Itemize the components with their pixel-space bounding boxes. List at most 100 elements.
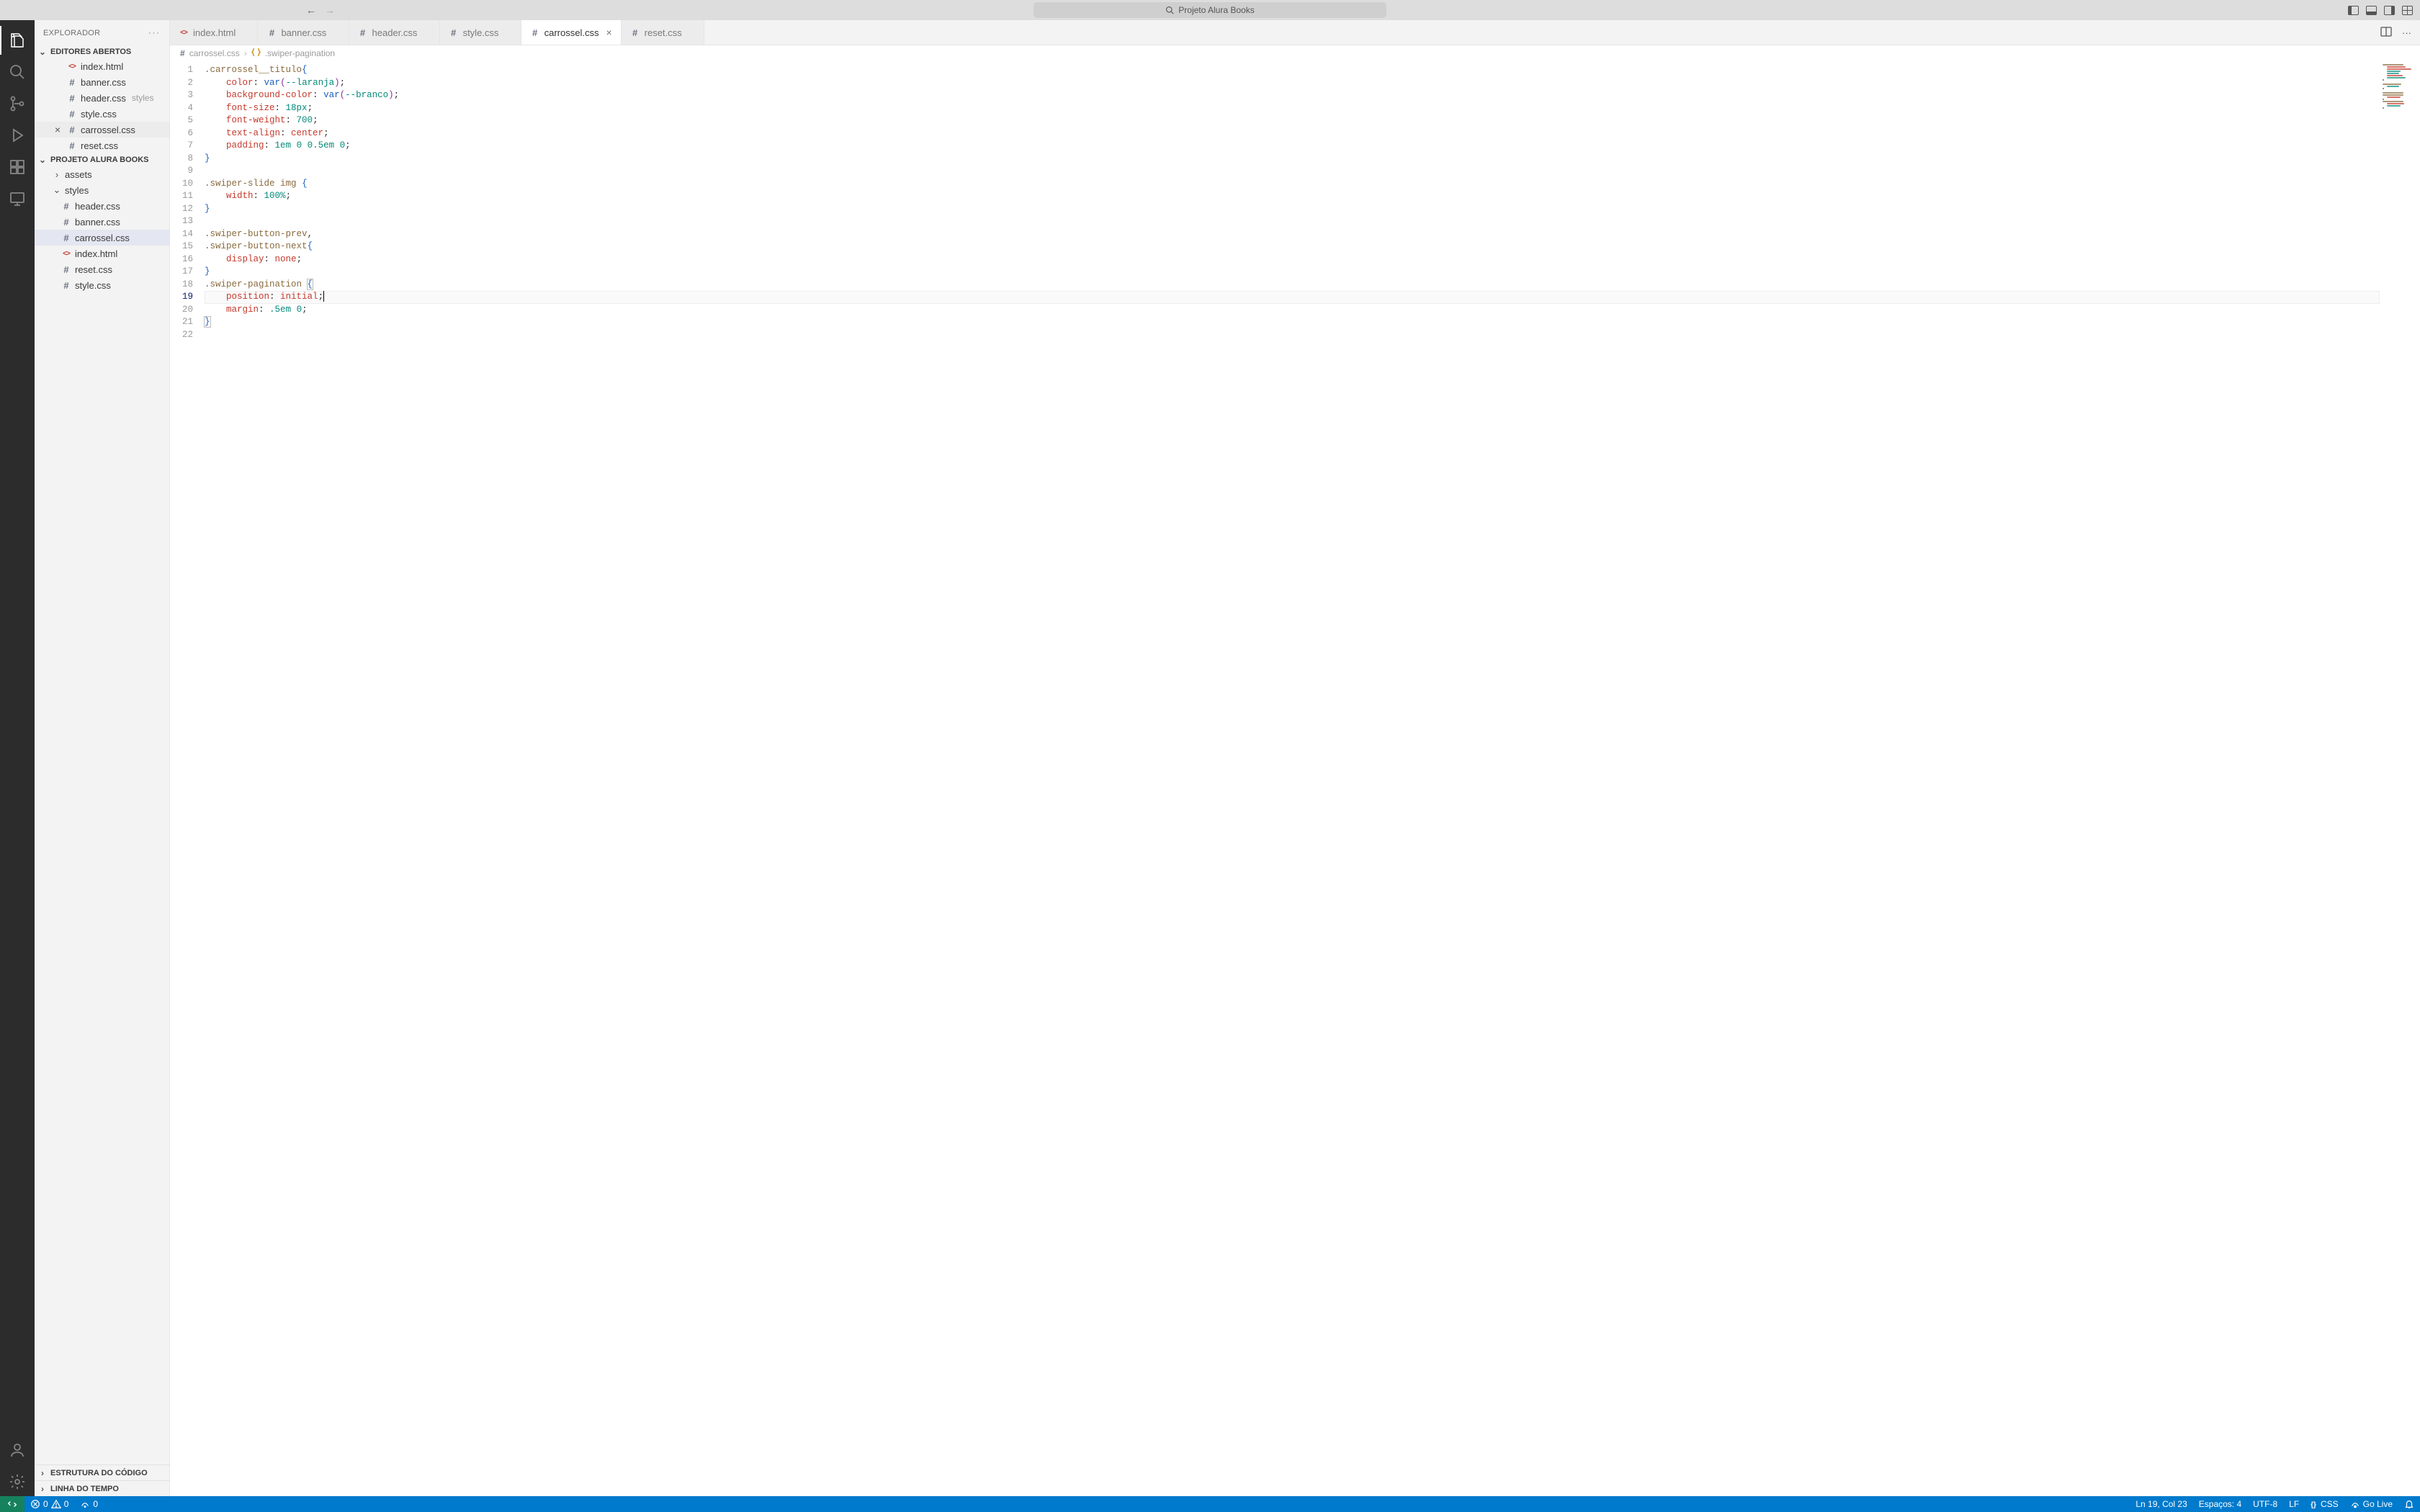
code-line[interactable]: } (205, 266, 2380, 279)
code-line[interactable] (205, 215, 2380, 228)
html-file-icon (179, 29, 189, 37)
file-item[interactable]: banner.css (35, 214, 169, 230)
open-editors-section[interactable]: ⌄ EDITORES ABERTOS (35, 45, 169, 58)
tab-label: reset.css (645, 27, 682, 38)
open-editors-tree: ×index.html×banner.css×header.cssstyles×… (35, 58, 169, 153)
file-label: reset.css (75, 264, 112, 275)
code-line[interactable]: text-align: center; (205, 127, 2380, 140)
code-line[interactable]: display: none; (205, 253, 2380, 266)
code-line[interactable] (205, 165, 2380, 178)
code-line[interactable]: color: var(--laranja); (205, 77, 2380, 90)
file-item[interactable]: carrossel.css (35, 230, 169, 246)
outline-section[interactable]: › ESTRUTURA DO CÓDIGO (35, 1464, 169, 1480)
open-editor-item[interactable]: ×header.cssstyles (35, 90, 169, 106)
file-item[interactable]: index.html (35, 246, 169, 261)
code-line[interactable]: position: initial; (205, 291, 2380, 304)
open-editor-item[interactable]: ×index.html (35, 58, 169, 74)
editor-tab[interactable]: banner.css× (258, 20, 349, 45)
split-editor-icon[interactable] (2380, 26, 2392, 40)
toggle-secondary-sidebar-icon[interactable] (2384, 6, 2395, 15)
close-icon[interactable]: × (52, 124, 63, 135)
file-item[interactable]: style.css (35, 277, 169, 293)
remote-indicator[interactable] (0, 1496, 24, 1512)
tab-more-icon[interactable]: ··· (2402, 27, 2411, 38)
status-language[interactable]: CSS (2305, 1496, 2344, 1512)
line-number: 14 (170, 228, 193, 241)
minimap[interactable] (2380, 61, 2420, 1496)
file-item[interactable]: reset.css (35, 261, 169, 277)
tab-bar: index.html×banner.css×header.css×style.c… (170, 20, 2420, 45)
css-file-icon (60, 264, 72, 275)
nav-back-icon[interactable]: ← (306, 4, 316, 16)
editor-tab[interactable]: style.css× (440, 20, 521, 45)
status-cursor[interactable]: Ln 19, Col 23 (2130, 1496, 2192, 1512)
toggle-primary-sidebar-icon[interactable] (2348, 6, 2359, 15)
code-editor[interactable]: 12345678910111213141516171819202122 .car… (170, 61, 2420, 1496)
css-file-icon (449, 27, 459, 38)
status-eol[interactable]: LF (2283, 1496, 2305, 1512)
timeline-section[interactable]: › LINHA DO TEMPO (35, 1480, 169, 1496)
folder-item[interactable]: ⌄styles (35, 182, 169, 198)
activity-source-control-icon[interactable] (0, 89, 35, 118)
toggle-panel-icon[interactable] (2366, 6, 2377, 15)
breadcrumbs[interactable]: carrossel.css › .swiper-pagination (170, 45, 2420, 61)
css-file-icon (66, 93, 78, 104)
activity-run-debug-icon[interactable] (0, 121, 35, 150)
code-line[interactable]: padding: 1em 0 0.5em 0; (205, 140, 2380, 153)
status-ports[interactable]: 0 (74, 1496, 104, 1512)
activity-extensions-icon[interactable] (0, 153, 35, 181)
status-encoding[interactable]: UTF-8 (2247, 1496, 2283, 1512)
activity-search-icon[interactable] (0, 58, 35, 86)
status-notifications-icon[interactable] (2398, 1496, 2420, 1512)
code-line[interactable]: background-color: var(--branco); (205, 89, 2380, 102)
status-golive[interactable]: Go Live (2344, 1496, 2398, 1512)
activity-remote-explorer-icon[interactable] (0, 184, 35, 213)
open-editor-item[interactable]: ×reset.css (35, 138, 169, 153)
css-file-icon (60, 217, 72, 228)
line-number: 9 (170, 165, 193, 178)
activity-explorer-icon[interactable] (0, 26, 35, 55)
code-line[interactable]: } (205, 203, 2380, 216)
code-line[interactable]: } (205, 153, 2380, 166)
editor-tab[interactable]: reset.css× (622, 20, 704, 45)
close-icon[interactable]: × (606, 27, 611, 38)
status-problems[interactable]: 0 0 (24, 1496, 74, 1512)
folder-label: styles (65, 185, 89, 196)
file-label: banner.css (75, 217, 120, 228)
code-line[interactable]: } (205, 316, 2380, 329)
editor-tab[interactable]: header.css× (349, 20, 440, 45)
explorer-title: EXPLORADOR (43, 29, 100, 37)
open-editor-item[interactable]: ×style.css (35, 106, 169, 122)
open-editor-item[interactable]: ×banner.css (35, 74, 169, 90)
code-line[interactable]: .swiper-button-prev, (205, 228, 2380, 241)
nav-forward-icon[interactable]: → (325, 4, 335, 16)
explorer-more-icon[interactable]: ··· (148, 29, 161, 37)
code-line[interactable]: margin: .5em 0; (205, 304, 2380, 317)
css-file-icon (180, 48, 185, 58)
line-number: 22 (170, 329, 193, 342)
code-line[interactable]: .carrossel__titulo{ (205, 64, 2380, 77)
file-label: reset.css (81, 140, 118, 151)
code-line[interactable]: font-weight: 700; (205, 114, 2380, 127)
command-center[interactable]: Projeto Alura Books (1034, 2, 1386, 18)
activity-settings-icon[interactable] (0, 1467, 35, 1496)
file-label: index.html (75, 248, 117, 259)
editor-tab[interactable]: index.html× (170, 20, 258, 45)
folder-item[interactable]: ›assets (35, 166, 169, 182)
braces-icon (2311, 1499, 2316, 1509)
code-line[interactable]: width: 100%; (205, 190, 2380, 203)
code-line[interactable] (205, 329, 2380, 342)
code-content[interactable]: .carrossel__titulo{ color: var(--laranja… (205, 61, 2380, 1496)
customize-layout-icon[interactable] (2402, 6, 2413, 15)
project-section[interactable]: ⌄ PROJETO ALURA BOOKS (35, 153, 169, 166)
status-indent[interactable]: Espaços: 4 (2193, 1496, 2247, 1512)
open-editor-item[interactable]: ×carrossel.css (35, 122, 169, 138)
activity-accounts-icon[interactable] (0, 1436, 35, 1464)
file-item[interactable]: header.css (35, 198, 169, 214)
code-line[interactable]: font-size: 18px; (205, 102, 2380, 115)
code-line[interactable]: .swiper-pagination { (205, 279, 2380, 292)
code-line[interactable]: .swiper-slide img { (205, 178, 2380, 191)
code-line[interactable]: .swiper-button-next{ (205, 240, 2380, 253)
editor-tab[interactable]: carrossel.css× (521, 20, 622, 45)
file-label: index.html (81, 61, 123, 72)
